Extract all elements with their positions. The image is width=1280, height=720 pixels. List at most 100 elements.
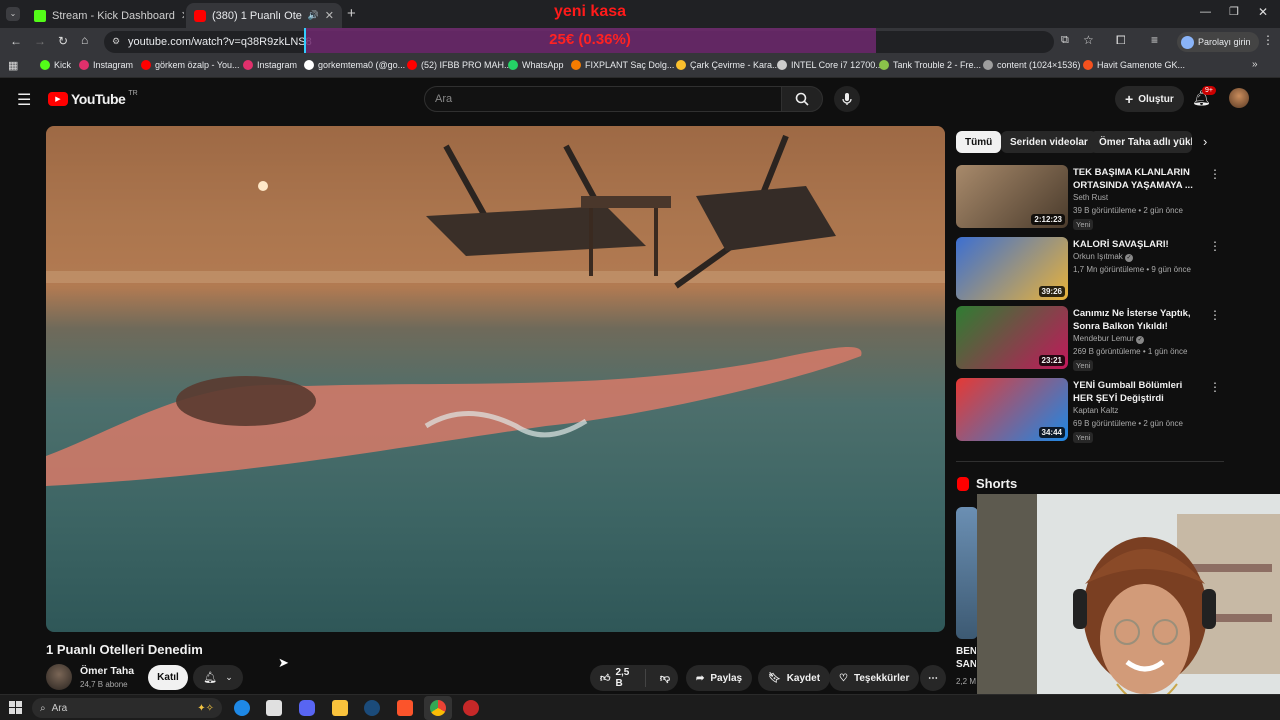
- chrome-icon[interactable]: [430, 700, 446, 716]
- video-thumbnail[interactable]: 2:12:23: [956, 165, 1068, 228]
- like-button[interactable]: 👍︎ 2,5 B: [590, 667, 646, 689]
- media-controls-icon[interactable]: ≡: [1151, 33, 1158, 47]
- channel-name[interactable]: Mendebur Lemur ✓: [1073, 334, 1145, 344]
- channel-name[interactable]: Ömer Taha: [80, 665, 134, 677]
- bookmark-item[interactable]: Çark Çevirme - Kara...: [676, 60, 780, 70]
- kick-favicon-icon: [34, 9, 46, 22]
- bookmark-item[interactable]: content (1024×1536): [983, 60, 1080, 70]
- bookmark-item[interactable]: görkem özalp - You...: [141, 60, 240, 70]
- edge-icon[interactable]: [234, 700, 250, 716]
- password-label: Parolayı girin: [1198, 37, 1251, 47]
- channel-avatar[interactable]: [46, 664, 72, 690]
- bookmark-label: content (1024×1536): [997, 60, 1081, 70]
- recommended-video[interactable]: 23:21 Canımız Ne İsterse Yaptık, Sonra Ba…: [956, 306, 1221, 372]
- bookmark-item[interactable]: Tank Trouble 2 - Fre...: [879, 60, 981, 70]
- recommended-video[interactable]: 34:44 YENİ Gumball Bölümleri HER ŞEYİ Değ…: [956, 378, 1221, 444]
- bookmark-item[interactable]: Instagram: [243, 60, 297, 70]
- short-thumbnail[interactable]: [956, 507, 978, 639]
- filter-chip-uploads[interactable]: Ömer Taha adlı yükle: [1090, 131, 1192, 153]
- more-menu-icon[interactable]: ⋮: [1262, 33, 1274, 47]
- save-button[interactable]: 🔖︎ Kaydet: [758, 665, 831, 691]
- bookmark-item[interactable]: Kick: [40, 60, 71, 70]
- brave-icon[interactable]: [397, 700, 413, 716]
- forward-icon[interactable]: →: [34, 34, 46, 48]
- video-duration: 34:44: [1038, 427, 1065, 438]
- video-player[interactable]: [46, 126, 945, 632]
- more-options-icon[interactable]: ⋮: [1209, 308, 1221, 322]
- more-options-icon[interactable]: ⋮: [1209, 167, 1221, 181]
- apps-icon[interactable]: ▦: [8, 59, 18, 72]
- bookmark-item[interactable]: FIXPLANT Saç Dolg...: [571, 60, 674, 70]
- more-options-icon[interactable]: ⋮: [1209, 380, 1221, 394]
- video-title[interactable]: KALORİ SAVAŞLARI!: [1073, 238, 1203, 251]
- more-options-icon[interactable]: ⋮: [1209, 239, 1221, 253]
- browser-tab-bar: ⌄ Stream - Kick Dashboard ✕ (380) 1 Puan…: [0, 0, 1280, 28]
- reload-icon[interactable]: ↻: [58, 34, 68, 48]
- more-bookmarks-icon[interactable]: »: [1252, 59, 1258, 70]
- back-icon[interactable]: ←: [10, 34, 22, 48]
- steam-icon[interactable]: [364, 700, 380, 716]
- short-title[interactable]: BEN SAN: [956, 645, 976, 671]
- file-explorer-icon[interactable]: [332, 700, 348, 716]
- tab-label: Stream - Kick Dashboard: [52, 9, 175, 22]
- audio-playing-icon[interactable]: 🔊: [308, 10, 319, 21]
- tab-youtube[interactable]: (380) 1 Puanlı Otelleri Dene 🔊 ✕: [186, 3, 342, 28]
- bookmark-item[interactable]: INTEL Core i7 12700...: [777, 60, 883, 70]
- video-thumbnail[interactable]: 34:44: [956, 378, 1068, 441]
- recommended-video[interactable]: 2:12:23 TEK BAŞIMA KLANLARIN ORTASINDA YA…: [956, 165, 1221, 231]
- extensions-icon[interactable]: ⧠: [1116, 33, 1126, 48]
- close-tab-icon[interactable]: ✕: [181, 9, 184, 22]
- channel-name[interactable]: Orkun Işıtmak ✓: [1073, 252, 1134, 262]
- more-actions-button[interactable]: ⋯: [920, 665, 946, 691]
- install-app-icon[interactable]: ⧉: [1061, 34, 1069, 47]
- chevron-right-icon[interactable]: ›: [1203, 134, 1207, 149]
- home-icon[interactable]: ⌂: [81, 33, 88, 47]
- channel-name[interactable]: Kaptan Kaltz: [1073, 406, 1118, 415]
- maximize-icon[interactable]: ❐: [1229, 5, 1239, 18]
- tab-kick-dashboard[interactable]: Stream - Kick Dashboard ✕: [26, 3, 184, 28]
- video-thumbnail[interactable]: 39:26: [956, 237, 1068, 300]
- taskbar-search[interactable]: ⌕ Ara ✦✧: [32, 698, 222, 718]
- voice-search-button[interactable]: [834, 86, 860, 112]
- youtube-logo[interactable]: ▶ YouTube TR: [48, 90, 138, 107]
- bookmark-item[interactable]: (52) IFBB PRO MAH...: [407, 60, 512, 70]
- notifications-button[interactable]: 🔔︎ 9+: [1192, 86, 1216, 107]
- filter-chip-all[interactable]: Tümü: [956, 131, 1002, 153]
- channel-name[interactable]: Seth Rust: [1073, 193, 1108, 202]
- create-button[interactable]: + Oluştur: [1115, 86, 1184, 112]
- windows-start-icon[interactable]: [9, 701, 22, 714]
- new-tab-button[interactable]: +: [347, 5, 356, 22]
- bookmark-item[interactable]: Havit Gamenote GK...: [1083, 60, 1185, 70]
- minimize-icon[interactable]: —: [1200, 6, 1211, 18]
- close-tab-icon[interactable]: ✕: [325, 9, 334, 22]
- search-input[interactable]: Ara: [424, 86, 782, 112]
- bookmark-label: Instagram: [93, 60, 134, 70]
- account-avatar[interactable]: [1229, 88, 1249, 108]
- password-button[interactable]: Parolayı girin: [1177, 32, 1259, 52]
- tab-search-button[interactable]: ⌄: [6, 7, 20, 21]
- thanks-button[interactable]: ♡ Teşekkürler: [829, 665, 920, 691]
- search-button[interactable]: [781, 86, 823, 112]
- recommended-video[interactable]: 39:26 KALORİ SAVAŞLARI! Orkun Işıtmak ✓ 1,7…: [956, 237, 1221, 303]
- webcam-overlay: [977, 494, 1280, 720]
- share-button[interactable]: ➦ Paylaş: [686, 665, 753, 691]
- subscribed-notification-button[interactable]: 🔔︎ ⌄: [193, 665, 243, 690]
- bookmark-item[interactable]: Instagram: [79, 60, 133, 70]
- video-title[interactable]: YENİ Gumball Bölümleri HER ŞEYİ Değiştir…: [1073, 379, 1203, 405]
- app-icon[interactable]: [463, 700, 479, 716]
- video-title[interactable]: Canımız Ne İsterse Yaptık, Sonra Balkon …: [1073, 307, 1203, 334]
- site-info-icon[interactable]: ⚙: [112, 36, 120, 47]
- filter-chip-series[interactable]: Seriden videolar: [1001, 131, 1097, 153]
- store-icon[interactable]: [266, 700, 282, 716]
- youtube-wordmark: YouTube: [71, 91, 126, 107]
- bookmark-star-icon[interactable]: ☆: [1083, 33, 1094, 47]
- hamburger-menu-icon[interactable]: ☰: [17, 90, 31, 110]
- discord-icon[interactable]: [299, 700, 315, 716]
- video-title[interactable]: TEK BAŞIMA KLANLARIN ORTASINDA YAŞAMAYA …: [1073, 166, 1203, 192]
- dislike-button[interactable]: 👎︎: [652, 672, 678, 684]
- bookmark-item[interactable]: gorkemtema0 (@go...: [304, 60, 405, 70]
- close-window-icon[interactable]: ✕: [1258, 5, 1268, 19]
- join-button[interactable]: Katıl: [148, 665, 188, 690]
- bookmark-item[interactable]: WhatsApp: [508, 60, 564, 70]
- video-thumbnail[interactable]: 23:21: [956, 306, 1068, 369]
